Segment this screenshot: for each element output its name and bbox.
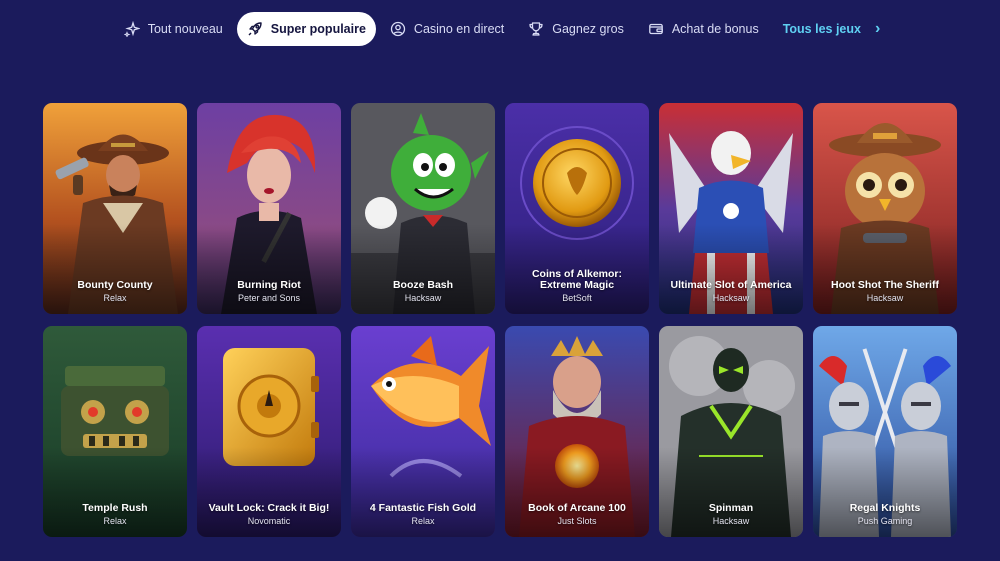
game-card-bounty-county[interactable]: Bounty County Relax [43, 103, 187, 314]
game-title: Book of Arcane 100 [528, 502, 626, 514]
tab-super-populaire[interactable]: Super populaire [236, 12, 376, 46]
game-card-temple-rush[interactable]: Temple Rush Relax [43, 326, 187, 537]
game-provider: Hacksaw [712, 293, 750, 303]
game-card-hoot-shot-the-sheriff[interactable]: Hoot Shot The Sheriff Hacksaw [813, 103, 957, 314]
card-info: Coins of Alkemor: Extreme Magic BetSoft [511, 268, 643, 304]
game-title: Burning Riot [237, 279, 301, 291]
game-provider: Hacksaw [712, 516, 750, 526]
tab-label: Gagnez gros [552, 22, 624, 36]
game-provider: Relax [103, 516, 127, 526]
game-provider: Hacksaw [404, 293, 442, 303]
game-title: Bounty County [77, 279, 153, 291]
rocket-icon [248, 22, 262, 36]
game-title: Coins of Alkemor: Extreme Magic [531, 268, 623, 291]
game-card-regal-knights[interactable]: Regal Knights Push Gaming [813, 326, 957, 537]
game-card-spinman[interactable]: Spinman Hacksaw [659, 326, 803, 537]
all-games-link[interactable]: Tous les jeux [773, 12, 865, 46]
game-provider: Relax [411, 516, 435, 526]
game-title: Booze Bash [392, 279, 454, 291]
tab-gagnez-gros[interactable]: Gagnez gros [518, 12, 634, 46]
game-title: Regal Knights [849, 502, 921, 514]
game-card-burning-riot[interactable]: Burning Riot Peter and Sons [197, 103, 341, 314]
card-info: Temple Rush Relax [49, 502, 181, 527]
game-provider: Hacksaw [866, 293, 904, 303]
card-info: Burning Riot Peter and Sons [203, 279, 335, 304]
card-info: Book of Arcane 100 Just Slots [511, 502, 643, 527]
game-card-book-of-arcane-100[interactable]: Book of Arcane 100 Just Slots [505, 326, 649, 537]
game-provider: Just Slots [557, 516, 597, 526]
game-provider: Peter and Sons [237, 293, 301, 303]
game-card-4-fantastic-fish-gold[interactable]: 4 Fantastic Fish Gold Relax [351, 326, 495, 537]
game-title: 4 Fantastic Fish Gold [369, 502, 477, 514]
card-info: Vault Lock: Crack it Big! Novomatic [203, 502, 335, 527]
all-games-label: Tous les jeux [782, 22, 861, 36]
tab-achat-de-bonus[interactable]: Achat de bonus [638, 12, 769, 46]
game-card-coins-of-alkemor[interactable]: Coins of Alkemor: Extreme Magic BetSoft [505, 103, 649, 314]
card-info: Regal Knights Push Gaming [819, 502, 951, 527]
tab-tout-nouveau[interactable]: Tout nouveau [114, 12, 233, 46]
user-circle-icon [390, 21, 406, 37]
chevron-right-icon[interactable]: › [869, 20, 886, 38]
game-card-vault-lock[interactable]: Vault Lock: Crack it Big! Novomatic [197, 326, 341, 537]
tab-label: Achat de bonus [671, 22, 759, 36]
game-provider: BetSoft [562, 293, 592, 303]
card-info: Spinman Hacksaw [665, 502, 797, 527]
card-info: Hoot Shot The Sheriff Hacksaw [819, 279, 951, 304]
game-grid: Bounty County Relax Burning Riot Peter a… [43, 103, 957, 537]
game-title: Spinman [708, 502, 754, 514]
game-provider: Novomatic [247, 516, 291, 526]
tab-label: Casino en direct [413, 22, 505, 36]
game-title: Temple Rush [82, 502, 148, 514]
card-info: Bounty County Relax [49, 279, 181, 304]
tab-label: Tout nouveau [147, 22, 223, 36]
game-title: Vault Lock: Crack it Big! [208, 502, 330, 514]
game-card-booze-bash[interactable]: Booze Bash Hacksaw [351, 103, 495, 314]
wallet-icon [648, 23, 663, 35]
card-info: 4 Fantastic Fish Gold Relax [357, 502, 489, 527]
game-card-ultimate-slot-of-america[interactable]: Ultimate Slot of America Hacksaw [659, 103, 803, 314]
game-title: Hoot Shot The Sheriff [831, 279, 939, 291]
game-title: Ultimate Slot of America [670, 279, 792, 291]
game-provider: Push Gaming [857, 516, 913, 526]
tab-label: Super populaire [270, 22, 366, 36]
sparkle-icon [123, 21, 140, 37]
category-tabs: Tout nouveau Super populaire Casino en d… [0, 12, 1000, 46]
tab-casino-en-direct[interactable]: Casino en direct [380, 12, 514, 46]
card-info: Booze Bash Hacksaw [357, 279, 489, 304]
trophy-icon [529, 22, 543, 36]
game-provider: Relax [103, 293, 127, 303]
card-info: Ultimate Slot of America Hacksaw [665, 279, 797, 304]
